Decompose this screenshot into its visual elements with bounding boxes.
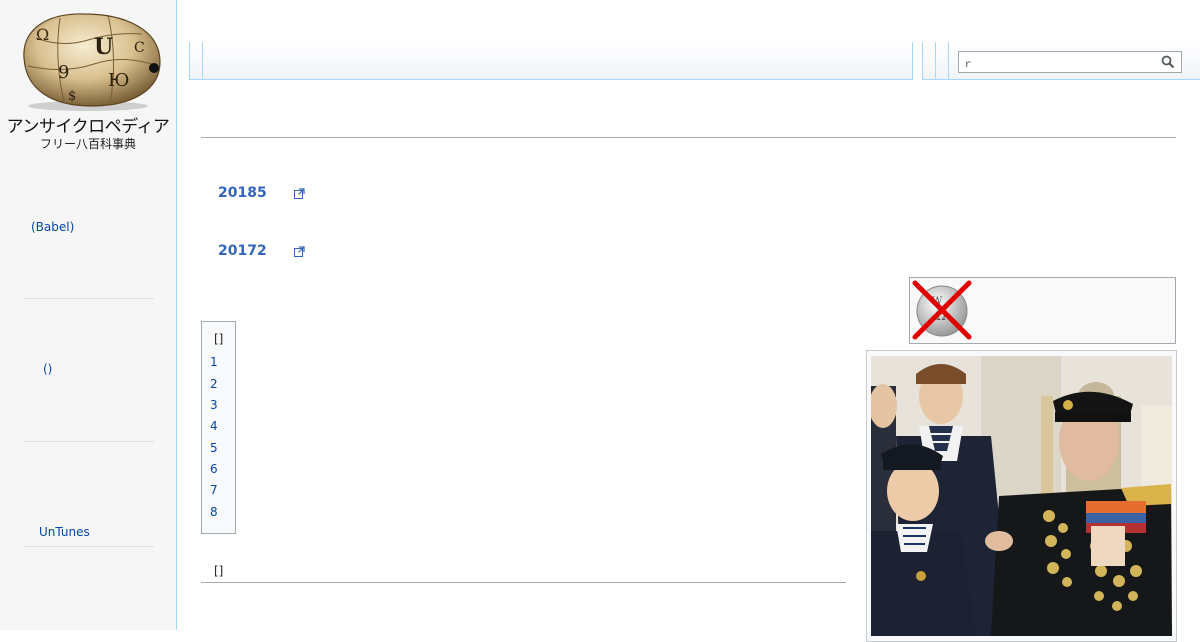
toc-item[interactable]: 8 xyxy=(210,505,218,519)
search-icon[interactable] xyxy=(1161,55,1175,69)
svg-text:Ω: Ω xyxy=(36,25,49,44)
page-tabs-left xyxy=(189,42,913,80)
link-20172[interactable]: 20172 xyxy=(218,243,267,259)
toc-item[interactable]: 2 xyxy=(210,377,218,391)
svg-text:С: С xyxy=(134,40,145,56)
sidebar-item-parens[interactable]: () xyxy=(43,362,52,376)
tab-divider xyxy=(935,42,936,79)
tab-divider xyxy=(202,42,203,79)
toc-item[interactable]: 7 xyxy=(210,483,218,497)
wikipedia-crossed-icon: W Ω xyxy=(912,280,972,340)
site-logo[interactable]: Ω U 9 Ю С $ アンサイクロペディア フリー八百科事典 xyxy=(0,0,176,160)
thumbnail[interactable] xyxy=(866,350,1177,642)
toc-item[interactable]: 6 xyxy=(210,462,218,476)
sidebar: Ω U 9 Ю С $ アンサイクロペディア フリー八百科事典 (Babel) … xyxy=(0,0,177,630)
notice-box: W Ω xyxy=(909,277,1176,344)
external-link-icon[interactable] xyxy=(294,246,305,257)
svg-text:U: U xyxy=(94,34,113,60)
table-of-contents: [] 1 2 3 4 5 6 7 8 xyxy=(201,321,236,534)
sidebar-divider xyxy=(24,298,154,299)
sidebar-item-babel[interactable]: (Babel) xyxy=(31,220,74,234)
sidebar-divider xyxy=(24,546,154,547)
puzzle-globe-logo: Ω U 9 Ю С $ xyxy=(23,13,161,111)
toc-item[interactable]: 3 xyxy=(210,398,218,412)
svg-text:Ю: Ю xyxy=(108,70,129,91)
sidebar-divider xyxy=(24,441,154,442)
section-edit-link[interactable]: [] xyxy=(214,564,223,578)
search-input[interactable] xyxy=(963,54,1153,70)
tab-divider xyxy=(948,42,949,79)
veteran-photo xyxy=(871,356,1172,636)
svg-text:9: 9 xyxy=(58,62,69,83)
toc-item[interactable]: 1 xyxy=(210,355,218,369)
content-divider xyxy=(201,137,1176,138)
link-20185[interactable]: 20185 xyxy=(218,185,267,201)
logo-title: アンサイクロペディア xyxy=(6,117,170,137)
search-box[interactable] xyxy=(958,51,1182,73)
external-link-icon[interactable] xyxy=(294,188,305,199)
section-divider xyxy=(201,582,846,583)
logo-subtitle: フリー八百科事典 xyxy=(39,137,136,151)
toc-title[interactable]: [] xyxy=(214,332,223,346)
svg-text:$: $ xyxy=(68,89,76,104)
sidebar-item-untunes[interactable]: UnTunes xyxy=(39,525,90,539)
toc-item[interactable]: 4 xyxy=(210,419,218,433)
toc-item[interactable]: 5 xyxy=(210,441,218,455)
